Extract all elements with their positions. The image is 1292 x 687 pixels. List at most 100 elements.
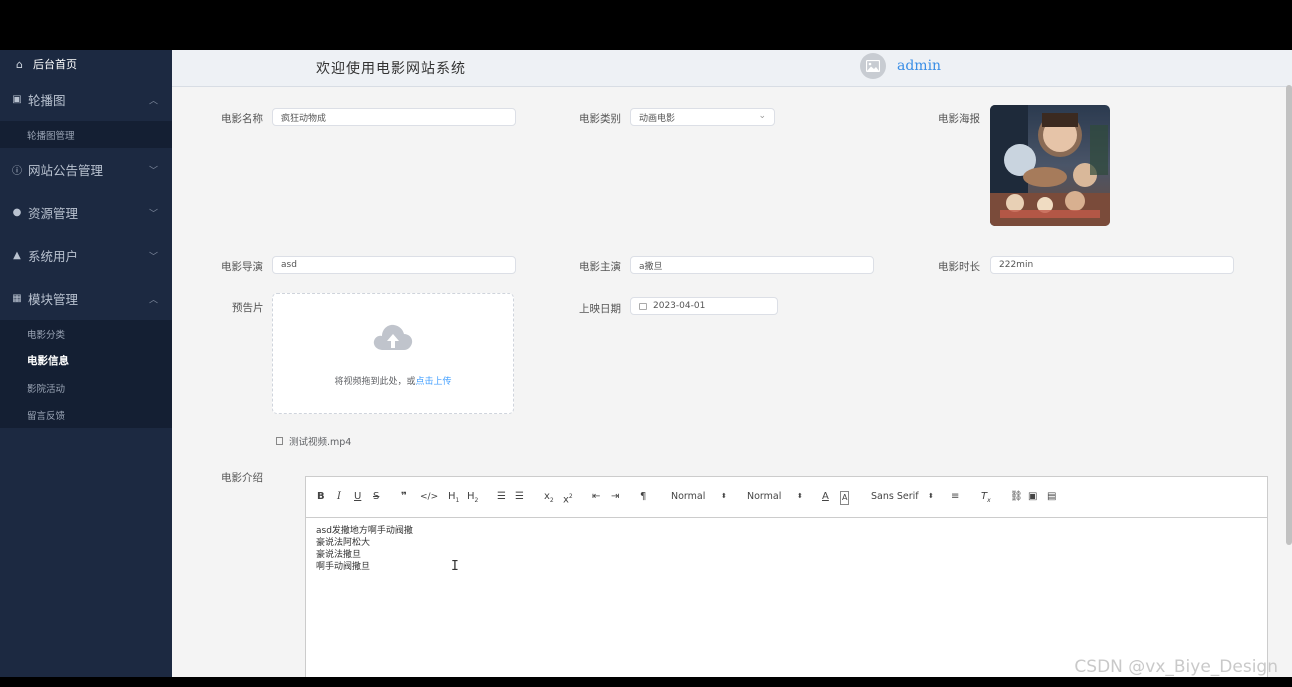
poster-artwork bbox=[990, 105, 1110, 226]
avatar[interactable] bbox=[860, 53, 886, 79]
updown-icon: ⬍ bbox=[928, 492, 934, 500]
sidebar-group-label: 资源管理 bbox=[28, 206, 79, 221]
upload-link[interactable]: 点击上传 bbox=[416, 377, 452, 387]
input-value: 222min bbox=[999, 260, 1034, 270]
italic-icon[interactable]: I bbox=[337, 491, 341, 503]
select-value: 动画电影 bbox=[639, 113, 676, 124]
username-link[interactable]: admin bbox=[897, 58, 941, 74]
strikethrough-icon[interactable]: S bbox=[373, 491, 379, 503]
editor-line: 豪说法撒旦 bbox=[316, 550, 362, 560]
sidebar-item-label: 影院活动 bbox=[27, 383, 66, 395]
movie-name-label: 电影名称 bbox=[221, 113, 263, 125]
movie-actor-label: 电影主演 bbox=[579, 261, 621, 273]
sidebar-group-users[interactable]: ▲ 系统用户 ﹀ bbox=[0, 234, 172, 277]
code-block-icon[interactable]: </> bbox=[420, 491, 438, 503]
letterbox-bottom bbox=[0, 677, 1292, 687]
sidebar: ⌂ 后台首页 ▣ 轮播图 ︿ 轮播图管理 ⓘ 网站公告管理 ﹀ ● 资源管理 ﹀… bbox=[0, 50, 172, 677]
home-icon: ⌂ bbox=[16, 57, 23, 71]
editor-line: 豪说法阿松大 bbox=[316, 538, 371, 548]
movie-director-input[interactable]: asd bbox=[272, 256, 516, 274]
image-icon: ▣ bbox=[12, 94, 22, 105]
sidebar-item-carousel-manage[interactable]: 轮播图管理 bbox=[0, 121, 172, 148]
video-icon[interactable]: ▤ bbox=[1047, 491, 1056, 503]
indent-icon[interactable]: ⇥ bbox=[611, 491, 619, 503]
sidebar-submenu-carousel: 轮播图管理 bbox=[0, 121, 172, 148]
input-value: a撒旦 bbox=[639, 261, 663, 272]
bold-icon[interactable]: B bbox=[317, 491, 325, 503]
movie-intro-label: 电影介绍 bbox=[221, 472, 263, 484]
heading-2-icon[interactable]: H2 bbox=[467, 491, 478, 507]
uploaded-file-item[interactable]: 测试视频.mp4 bbox=[276, 434, 351, 448]
editor-toolbar: B I U S ❞ </> H1 H2 ☰ ☰ x2 x2 ⇤ ⇥ ¶ Norm… bbox=[306, 477, 1267, 518]
clear-format-icon[interactable]: Tx bbox=[981, 491, 991, 507]
upload-hint-text: 将视频拖到此处，或 bbox=[334, 377, 416, 387]
movie-duration-input[interactable]: 222min bbox=[990, 256, 1234, 274]
text-cursor-icon: I bbox=[451, 559, 459, 574]
outdent-icon[interactable]: ⇤ bbox=[592, 491, 600, 503]
sidebar-group-notice[interactable]: ⓘ 网站公告管理 ﹀ bbox=[0, 148, 172, 191]
sidebar-group-carousel[interactable]: ▣ 轮播图 ︿ bbox=[0, 78, 172, 121]
movie-duration-label: 电影时长 bbox=[938, 261, 980, 273]
sidebar-group-resource[interactable]: ● 资源管理 ﹀ bbox=[0, 191, 172, 234]
editor-content[interactable]: asd发撒地方啊手动阀撒 豪说法阿松大 豪说法撒旦 啊手动阀撒旦 bbox=[316, 525, 413, 573]
size-select[interactable]: Normal ⬍ bbox=[747, 491, 807, 502]
text-color-icon[interactable]: A bbox=[822, 491, 829, 503]
watermark: CSDN @vx_Biye_Design bbox=[1074, 657, 1278, 677]
chevron-down-icon: ⌄ bbox=[758, 111, 766, 121]
ordered-list-icon[interactable]: ☰ bbox=[497, 491, 506, 503]
sidebar-group-label: 轮播图 bbox=[28, 93, 66, 108]
sidebar-item-label: 后台首页 bbox=[33, 58, 77, 71]
sidebar-group-label: 网站公告管理 bbox=[28, 163, 104, 178]
underline-icon[interactable]: U bbox=[354, 491, 361, 503]
sidebar-group-label: 模块管理 bbox=[28, 292, 79, 307]
movie-poster-image[interactable] bbox=[990, 105, 1110, 226]
heading-1-icon[interactable]: H1 bbox=[448, 491, 459, 507]
letterbox-top bbox=[0, 0, 1292, 50]
calendar-icon bbox=[639, 302, 647, 310]
trailer-label: 预告片 bbox=[232, 302, 264, 314]
movie-category-select[interactable]: 动画电影 ⌄ bbox=[630, 108, 775, 126]
info-icon: ⓘ bbox=[12, 166, 22, 177]
sidebar-item-label: 电影信息 bbox=[27, 355, 69, 367]
document-icon bbox=[276, 437, 283, 445]
release-date-picker[interactable]: 2023-04-01 bbox=[630, 297, 778, 315]
sidebar-item-feedback[interactable]: 留言反馈 bbox=[0, 401, 172, 428]
bullet-list-icon[interactable]: ☰ bbox=[515, 491, 524, 503]
movie-actor-input[interactable]: a撒旦 bbox=[630, 256, 874, 274]
subscript-icon[interactable]: x2 bbox=[544, 491, 554, 507]
image-placeholder-icon bbox=[866, 60, 880, 72]
chevron-down-icon: ﹀ bbox=[148, 252, 158, 262]
movie-name-input[interactable]: 疯狂动物成 bbox=[272, 108, 516, 126]
sidebar-item-movie-info[interactable]: 电影信息 bbox=[0, 347, 172, 374]
user-icon: ▲ bbox=[13, 250, 21, 261]
sidebar-item-cinema-events[interactable]: 影院活动 bbox=[0, 374, 172, 401]
movie-poster-label: 电影海报 bbox=[938, 113, 980, 125]
sidebar-item-home[interactable]: ⌂ 后台首页 bbox=[0, 50, 172, 78]
blockquote-icon[interactable]: ❞ bbox=[401, 491, 407, 503]
movie-category-label: 电影类别 bbox=[579, 113, 621, 125]
header-select-value: Normal bbox=[671, 491, 706, 502]
admin-app: ⌂ 后台首页 ▣ 轮播图 ︿ 轮播图管理 ⓘ 网站公告管理 ﹀ ● 资源管理 ﹀… bbox=[0, 50, 1292, 677]
image-icon[interactable]: ▣ bbox=[1028, 491, 1037, 503]
background-color-icon[interactable]: A bbox=[840, 491, 850, 505]
cloud-upload-icon bbox=[373, 324, 413, 350]
top-header: 欢迎使用电影网站系统 admin bbox=[172, 50, 1292, 87]
updown-icon: ⬍ bbox=[721, 492, 727, 500]
text-direction-icon[interactable]: ¶ bbox=[640, 491, 646, 503]
sidebar-item-movie-category[interactable]: 电影分类 bbox=[0, 320, 172, 347]
font-select[interactable]: Sans Serif ⬍ bbox=[871, 491, 941, 502]
sidebar-group-modules[interactable]: ▦ 模块管理 ︿ bbox=[0, 277, 172, 320]
header-select[interactable]: Normal ⬍ bbox=[671, 491, 731, 502]
movie-edit-form: 电影名称 疯狂动物成 电影类别 动画电影 ⌄ 电影海报 电影导演 asd 电影主… bbox=[172, 87, 1292, 677]
chevron-down-icon: ﹀ bbox=[148, 166, 158, 176]
font-select-value: Sans Serif bbox=[871, 491, 919, 502]
content-scrollbar[interactable] bbox=[1286, 85, 1292, 545]
location-icon: ● bbox=[12, 207, 22, 218]
align-icon[interactable]: ≡ bbox=[951, 491, 959, 503]
trailer-upload-dropzone[interactable]: 将视频拖到此处，或点击上传 bbox=[272, 293, 514, 414]
sidebar-group-label: 系统用户 bbox=[28, 249, 79, 264]
link-icon[interactable]: ⛓ bbox=[1010, 491, 1023, 503]
chevron-up-icon: ︿ bbox=[148, 96, 158, 106]
date-value: 2023-04-01 bbox=[653, 301, 706, 311]
superscript-icon[interactable]: x2 bbox=[563, 491, 573, 506]
